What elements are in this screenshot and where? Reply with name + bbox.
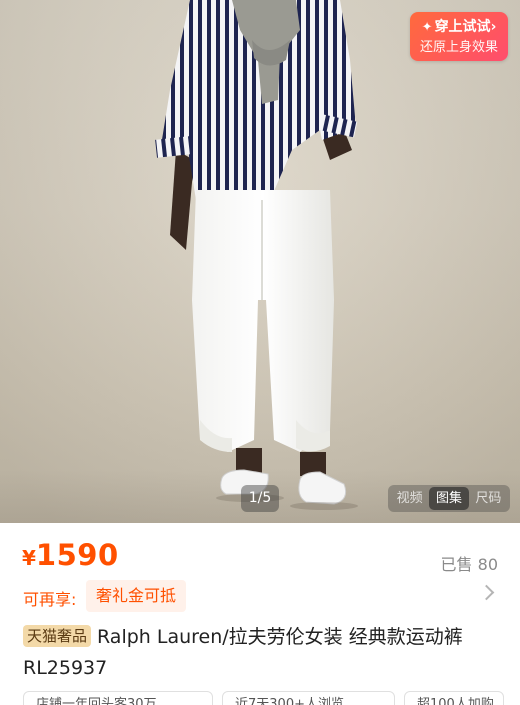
tab-video[interactable]: 视频 <box>390 487 429 510</box>
chevron-right-icon[interactable] <box>478 584 495 601</box>
product-info-card: ¥1590 已售 80 可再享: 奢礼金可抵 天猫奢品 Ralph Lauren/… <box>0 523 520 705</box>
try-on-subtitle: 还原上身效果 <box>419 40 498 55</box>
media-tabs: 视频 图集 尺码 <box>388 485 510 512</box>
benefit-chip[interactable]: 奢礼金可抵 <box>86 580 187 612</box>
benefit-label: 可再享: <box>23 590 77 609</box>
try-on-title: ✦ 穿上试试› <box>421 19 497 35</box>
product-tags: 店铺一年回头客30万 近7天300+人浏览 超100人加购 <box>23 691 504 705</box>
price: ¥1590 <box>22 538 119 572</box>
chevron-right-icon: › <box>490 19 497 35</box>
image-pager: 1/5 <box>241 485 279 512</box>
sold-count: 已售 80 <box>440 555 498 574</box>
product-title: 天猫奢品 Ralph Lauren/拉夫劳伦女装 经典款运动裤RL25937 <box>23 622 503 684</box>
model-photo <box>155 0 358 510</box>
tmall-luxury-badge: 天猫奢品 <box>23 625 92 647</box>
try-on-button[interactable]: ✦ 穿上试试› 还原上身效果 <box>410 12 508 61</box>
sparkle-icon: ✦ <box>421 20 433 35</box>
price-currency: ¥ <box>22 546 36 570</box>
tab-size[interactable]: 尺码 <box>469 487 508 510</box>
product-image[interactable]: ✦ 穿上试试› 还原上身效果 1/5 视频 图集 尺码 <box>0 0 520 523</box>
tag-repeat-customers[interactable]: 店铺一年回头客30万 <box>23 691 213 705</box>
tag-recent-views[interactable]: 近7天300+人浏览 <box>222 691 395 705</box>
tab-gallery[interactable]: 图集 <box>429 487 469 510</box>
tag-cart-adds[interactable]: 超100人加购 <box>404 691 504 705</box>
price-value: 1590 <box>35 538 119 572</box>
